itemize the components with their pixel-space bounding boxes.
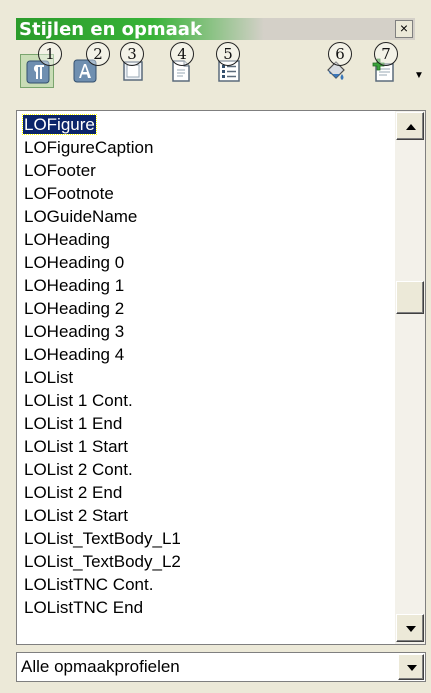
style-list-item-label: LOHeading 4: [24, 345, 125, 364]
style-list-item[interactable]: LOGuideName: [19, 205, 389, 228]
callout-1: 1: [38, 42, 62, 66]
style-list-item[interactable]: LOList 1 End: [19, 412, 389, 435]
style-list-item[interactable]: LOList 2 Start: [19, 504, 389, 527]
style-filter-dropdown-button[interactable]: [398, 654, 424, 680]
arrow-up-icon: [406, 124, 416, 130]
style-list-item-label: LOListTNC End: [24, 598, 144, 617]
style-list-item[interactable]: LOList: [19, 366, 389, 389]
style-list-item[interactable]: LOHeading 1: [19, 274, 389, 297]
style-list-item[interactable]: LOHeading 3: [19, 320, 389, 343]
style-list-item[interactable]: LOListTNC End: [19, 596, 389, 619]
style-list-item-label: LOFigure: [22, 114, 97, 135]
style-list-item[interactable]: LOFigure: [19, 113, 389, 136]
style-list-item[interactable]: LOList_TextBody_L2: [19, 550, 389, 573]
style-list-item-label: LOList_TextBody_L2: [24, 552, 181, 571]
style-list-item-label: LOListTNC Cont.: [24, 575, 154, 594]
arrow-down-icon: [406, 626, 416, 632]
callout-7: 7: [374, 42, 398, 66]
panel-title: Stijlen en opmaak: [19, 19, 202, 40]
vertical-scrollbar[interactable]: [395, 111, 425, 644]
callout-6: 6: [328, 42, 352, 66]
close-button[interactable]: ×: [395, 20, 413, 38]
style-list-item-label: LOHeading 3: [24, 322, 125, 341]
style-list-item[interactable]: LOHeading 2: [19, 297, 389, 320]
scroll-down-button[interactable]: [396, 614, 424, 642]
style-list-item-label: LOList 2 Cont.: [24, 460, 133, 479]
styles-list-items: LOFigure LOFigureCaption LOFooter LOFootnot…: [19, 113, 389, 619]
style-list-item[interactable]: LOFootnote: [19, 182, 389, 205]
style-list-item[interactable]: LOListTNC Cont.: [19, 573, 389, 596]
style-list-item[interactable]: LOList 2 Cont.: [19, 458, 389, 481]
style-list-item-label: LOFooter: [24, 161, 96, 180]
styles-list[interactable]: LOFigure LOFigureCaption LOFooter LOFootnot…: [16, 110, 426, 645]
style-list-item-label: LOList 1 End: [24, 414, 123, 433]
style-list-item-label: LOList 2 End: [24, 483, 123, 502]
scroll-up-button[interactable]: [396, 112, 424, 140]
style-list-item-label: LOList 1 Start: [24, 437, 128, 456]
style-list-item-label: LOHeading: [24, 230, 111, 249]
style-list-item[interactable]: LOHeading 4: [19, 343, 389, 366]
style-list-item[interactable]: LOList_TextBody_L1: [19, 527, 389, 550]
style-filter-value: Alle opmaakprofielen: [21, 657, 180, 676]
chevron-down-icon: [407, 665, 417, 671]
callout-5: 5: [216, 42, 240, 66]
callout-4: 4: [170, 42, 194, 66]
toolbar: ▼ 1 2 3 4 5 6 7: [16, 40, 426, 104]
style-list-item[interactable]: LOFooter: [19, 159, 389, 182]
style-list-item[interactable]: LOList 1 Cont.: [19, 389, 389, 412]
style-list-item-label: LOHeading 2: [24, 299, 125, 318]
title-bar: Stijlen en opmaak ×: [16, 18, 415, 40]
style-list-item-label: LOList 1 Cont.: [24, 391, 133, 410]
style-list-item-label: LOList 2 Start: [24, 506, 128, 525]
style-list-item-label: LOFigureCaption: [24, 138, 154, 157]
new-style-dropdown-icon[interactable]: ▼: [414, 70, 424, 81]
style-list-item[interactable]: LOList 2 End: [19, 481, 389, 504]
style-filter-select[interactable]: Alle opmaakprofielen: [16, 652, 426, 682]
style-list-item-label: LOHeading 1: [24, 276, 125, 295]
style-list-item-label: LOList: [24, 368, 74, 387]
style-list-item-label: LOFootnote: [24, 184, 114, 203]
style-list-item[interactable]: LOFigureCaption: [19, 136, 389, 159]
style-list-item-label: LOList_TextBody_L1: [24, 529, 181, 548]
style-list-item-label: LOGuideName: [24, 207, 138, 226]
callout-3: 3: [120, 42, 144, 66]
style-list-item[interactable]: LOHeading 0: [19, 251, 389, 274]
callout-2: 2: [86, 42, 110, 66]
style-list-item[interactable]: LOList 1 Start: [19, 435, 389, 458]
style-list-item[interactable]: LOHeading: [19, 228, 389, 251]
scroll-thumb[interactable]: [396, 281, 424, 314]
style-list-item-label: LOHeading 0: [24, 253, 125, 272]
